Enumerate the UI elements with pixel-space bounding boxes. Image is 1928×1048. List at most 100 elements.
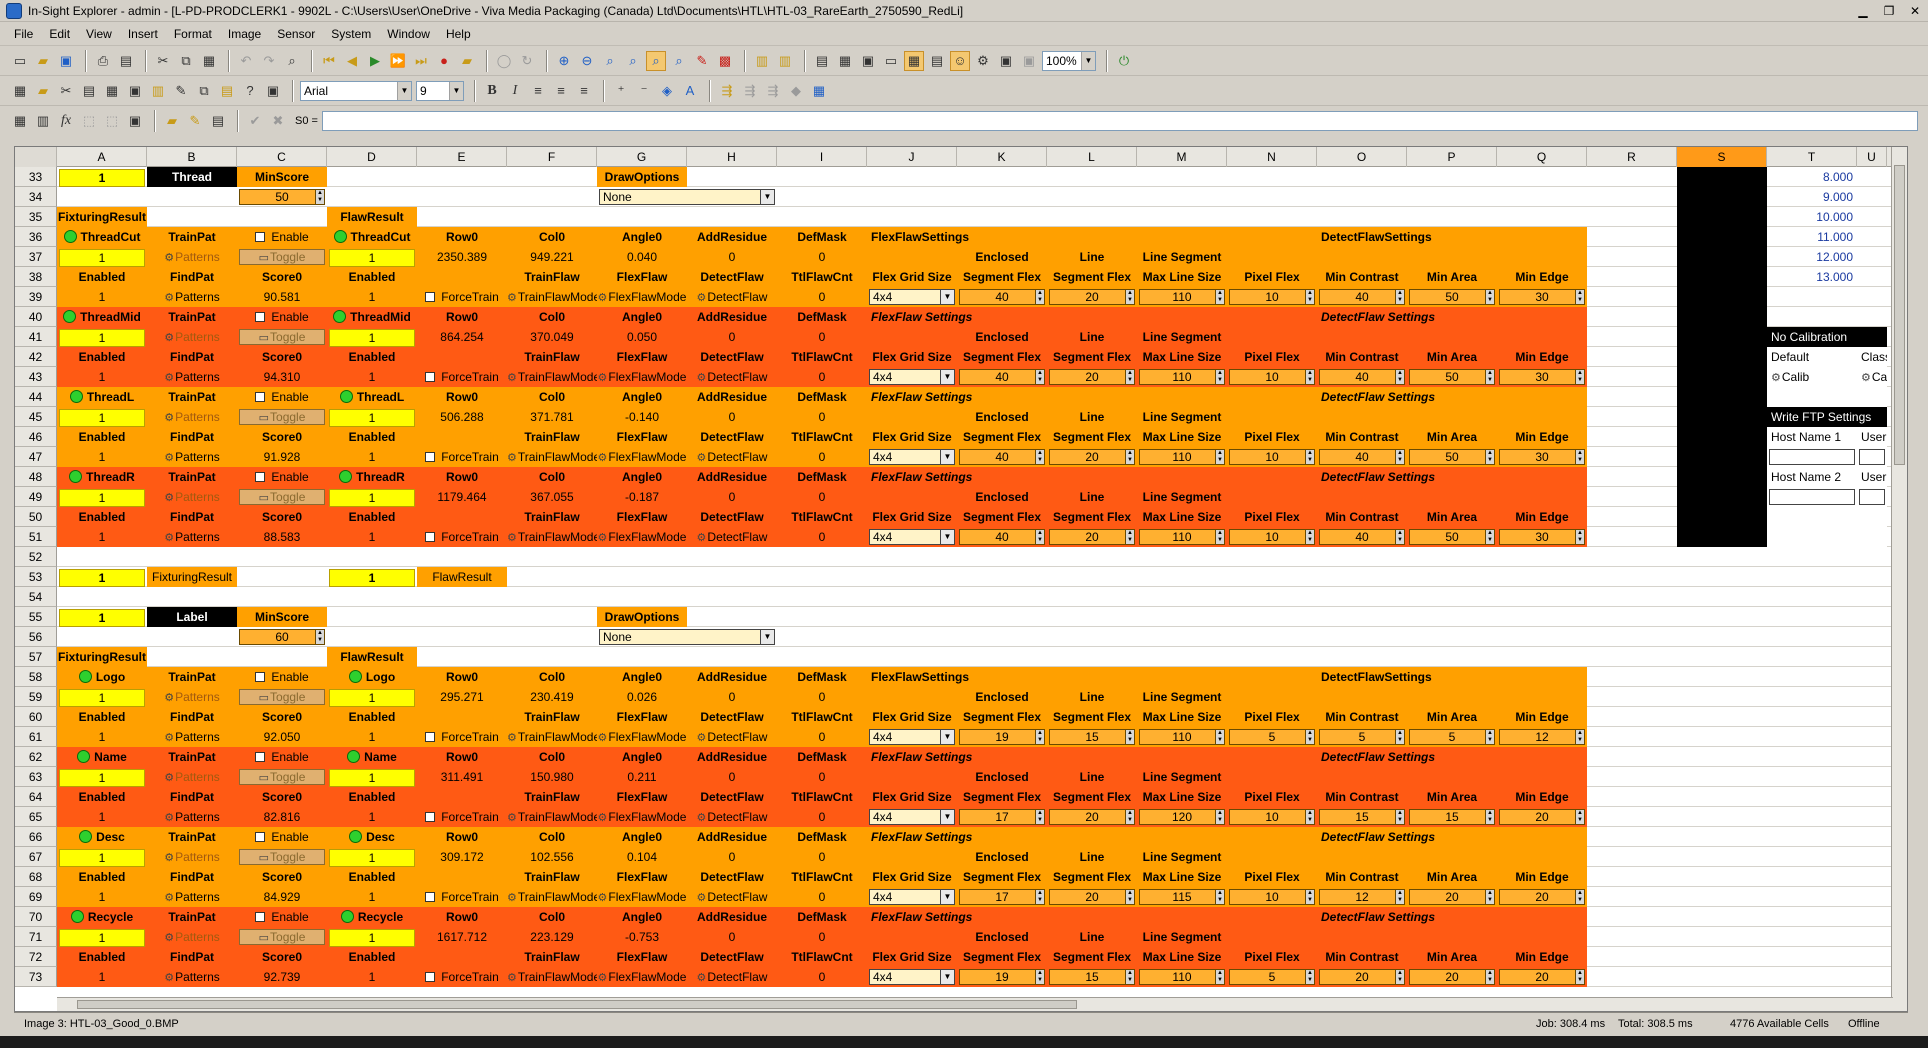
next-image-icon[interactable]: ⏩ xyxy=(388,51,408,71)
window-icon[interactable]: ▤ xyxy=(927,51,947,71)
host-name-1-input[interactable] xyxy=(1769,449,1855,465)
force-train-checkbox[interactable]: ForceTrain xyxy=(417,967,507,987)
flex-grid-size-select[interactable]: 4x4 ▼ xyxy=(869,289,955,305)
column-header-l[interactable]: L xyxy=(1047,147,1137,167)
enable-checkbox[interactable]: Enable xyxy=(237,747,327,767)
checkbox-icon[interactable] xyxy=(425,532,436,542)
restore-button[interactable]: ❐ xyxy=(1876,2,1902,20)
snippet-icon[interactable]: ▤ xyxy=(79,81,99,101)
column-header-e[interactable]: E xyxy=(417,147,507,167)
checkbox-icon[interactable] xyxy=(425,812,436,822)
max-line-size-stepper[interactable]: 110 ▲ ▼ xyxy=(1139,969,1225,985)
stepper-arrows-icon[interactable]: ▲ ▼ xyxy=(1035,970,1044,984)
detect-flaw-button[interactable]: ⚙DetectFlaw xyxy=(687,727,777,747)
column-header-u[interactable]: U xyxy=(1857,147,1887,167)
display-icon[interactable]: ▣ xyxy=(858,51,878,71)
align-center-icon[interactable]: ≡ xyxy=(551,81,571,101)
row-header-70[interactable]: 70 xyxy=(15,907,57,927)
column-header-j[interactable]: J xyxy=(867,147,957,167)
folder-icon[interactable]: ▰ xyxy=(162,111,182,131)
patterns-button[interactable]: ⚙Patterns xyxy=(147,407,237,427)
row-header-42[interactable]: 42 xyxy=(15,347,57,367)
stepper-arrows-icon[interactable]: ▲ ▼ xyxy=(1485,810,1494,824)
row-header-41[interactable]: 41 xyxy=(15,327,57,347)
min-area-stepper[interactable]: 50 ▲ ▼ xyxy=(1409,289,1495,305)
patterns-button[interactable]: ⚙Patterns xyxy=(147,847,237,867)
accept-icon[interactable]: ✔ xyxy=(245,111,265,131)
column-header-b[interactable]: B xyxy=(147,147,237,167)
stepper-arrows-icon[interactable]: ▲ ▼ xyxy=(1305,530,1314,544)
min-contrast-stepper[interactable]: 20 ▲ ▼ xyxy=(1319,969,1405,985)
max-line-size-stepper[interactable]: 110 ▲ ▼ xyxy=(1139,729,1225,745)
enable-checkbox[interactable]: Enable xyxy=(237,307,327,327)
font-size-select[interactable]: 9 ▼ xyxy=(416,80,464,101)
stepper-arrows-icon[interactable]: ▲ ▼ xyxy=(1215,290,1224,304)
column-header-f[interactable]: F xyxy=(507,147,597,167)
copy-icon[interactable]: ⧉ xyxy=(194,81,214,101)
toggle-button[interactable]: ▭Toggle xyxy=(239,929,325,945)
italic-button[interactable]: I xyxy=(505,81,525,101)
enable-checkbox[interactable]: Enable xyxy=(237,387,327,407)
min-contrast-stepper[interactable]: 40 ▲ ▼ xyxy=(1319,369,1405,385)
row-header-34[interactable]: 34 xyxy=(15,187,57,207)
detect-flaw-button[interactable]: ⚙DetectFlaw xyxy=(687,367,777,387)
stepper-arrows-icon[interactable]: ▲ ▼ xyxy=(1305,890,1314,904)
first-image-icon[interactable]: ⏮ xyxy=(319,51,339,71)
find-patterns-button[interactable]: ⚙Patterns xyxy=(147,527,237,547)
stepper-arrows-icon[interactable]: ▲ ▼ xyxy=(1485,370,1494,384)
row-header-62[interactable]: 62 xyxy=(15,747,57,767)
function-icon[interactable]: fx xyxy=(56,111,76,131)
line-flex-stepper[interactable]: 20 ▲ ▼ xyxy=(1049,369,1135,385)
menu-edit[interactable]: Edit xyxy=(41,27,78,41)
find-patterns-button[interactable]: ⚙Patterns xyxy=(147,367,237,387)
stepper-arrows-icon[interactable]: ▲ ▼ xyxy=(1305,370,1314,384)
row-header-51[interactable]: 51 xyxy=(15,527,57,547)
refresh-icon[interactable]: ↻ xyxy=(517,51,537,71)
horizontal-scrollbar[interactable] xyxy=(57,997,1893,1011)
force-train-checkbox[interactable]: ForceTrain xyxy=(417,367,507,387)
force-train-checkbox[interactable]: ForceTrain xyxy=(417,287,507,307)
force-train-checkbox[interactable]: ForceTrain xyxy=(417,807,507,827)
row-header-65[interactable]: 65 xyxy=(15,807,57,827)
pixel-flex-stepper[interactable]: 10 ▲ ▼ xyxy=(1229,809,1315,825)
line-flex-stepper[interactable]: 20 ▲ ▼ xyxy=(1049,529,1135,545)
dependencies-icon[interactable]: ⇶ xyxy=(717,81,737,101)
grid-view-icon[interactable]: ▦ xyxy=(835,51,855,71)
segment-flex-stepper[interactable]: 40 ▲ ▼ xyxy=(959,369,1045,385)
stepper-arrows-icon[interactable]: ▲ ▼ xyxy=(1215,370,1224,384)
row-header-57[interactable]: 57 xyxy=(15,647,57,667)
stepper-arrows-icon[interactable]: ▲ ▼ xyxy=(1035,530,1044,544)
stepper-arrows-icon[interactable]: ▲ ▼ xyxy=(1215,730,1224,744)
column-header-m[interactable]: M xyxy=(1137,147,1227,167)
row-header-48[interactable]: 48 xyxy=(15,467,57,487)
stepper-arrows-icon[interactable]: ▲ ▼ xyxy=(1035,290,1044,304)
pattern-icon[interactable]: ▤ xyxy=(208,111,228,131)
max-line-size-stepper[interactable]: 110 ▲ ▼ xyxy=(1139,369,1225,385)
crop-icon[interactable]: ⬚ xyxy=(102,111,122,131)
checkbox-icon[interactable] xyxy=(255,832,266,842)
stepper-arrows-icon[interactable]: ▲ ▼ xyxy=(1215,810,1224,824)
segment-flex-stepper[interactable]: 17 ▲ ▼ xyxy=(959,889,1045,905)
row-header-52[interactable]: 52 xyxy=(15,547,57,567)
stepper-arrows-icon[interactable]: ▲ ▼ xyxy=(1125,970,1134,984)
column-header-g[interactable]: G xyxy=(597,147,687,167)
stepper-arrows-icon[interactable]: ▲ ▼ xyxy=(1305,810,1314,824)
row-header-61[interactable]: 61 xyxy=(15,727,57,747)
column-header-c[interactable]: C xyxy=(237,147,327,167)
checkbox-icon[interactable] xyxy=(255,312,266,322)
flex-grid-size-select[interactable]: 4x4 ▼ xyxy=(869,529,955,545)
min-contrast-stepper[interactable]: 40 ▲ ▼ xyxy=(1319,449,1405,465)
column-header-r[interactable]: R xyxy=(1587,147,1677,167)
stepper-arrows-icon[interactable]: ▲ ▼ xyxy=(1305,290,1314,304)
force-train-checkbox[interactable]: ForceTrain xyxy=(417,447,507,467)
label-min-score-stepper[interactable]: 60 ▲ ▼ xyxy=(239,629,325,645)
stepper-arrows-icon[interactable]: ▲ ▼ xyxy=(1485,290,1494,304)
checkbox-icon[interactable] xyxy=(425,972,436,982)
column-header-h[interactable]: H xyxy=(687,147,777,167)
camera-icon[interactable]: ▣ xyxy=(996,51,1016,71)
train-flaw-mode-button[interactable]: ⚙TrainFlawMode xyxy=(507,447,597,467)
calib-classic-button[interactable]: ⚙Calib xyxy=(1857,367,1887,387)
row-header-71[interactable]: 71 xyxy=(15,927,57,947)
pixel-flex-stepper[interactable]: 5 ▲ ▼ xyxy=(1229,729,1315,745)
formula-input[interactable] xyxy=(321,111,1918,131)
